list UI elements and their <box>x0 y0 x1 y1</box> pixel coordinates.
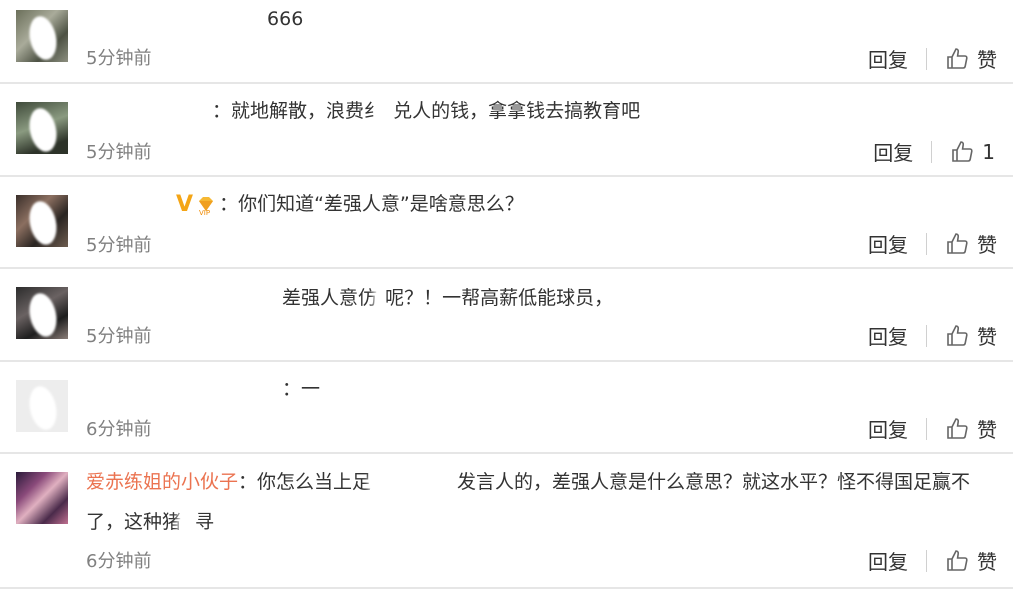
comment-text: 差强人意仿 呢？！一帮高薪低能球员， <box>86 279 993 317</box>
comment-item: V VIP ：你们知道“差强人意”是啥意思么？ 5分钟前 回复 赞 <box>0 177 1013 269</box>
like-label: 赞 <box>977 233 997 257</box>
comment-time: 6分钟前 <box>86 551 152 572</box>
reply-button[interactable]: 回复 <box>868 44 908 73</box>
comment-body: 差强人意仿 <box>282 287 378 309</box>
comment-body: ：你们知道“差强人意”是啥意思么？ <box>219 193 524 215</box>
comment-item: ：一 6分钟前 回复 赞 <box>0 362 1013 454</box>
comment-actions: 回复 赞 <box>868 414 997 443</box>
thumbs-up-icon <box>947 324 968 346</box>
thumbs-up-icon <box>947 232 968 254</box>
comment-text: ：就地解散，浪费纟 兑人的钱，拿拿钱去搞教育吧 <box>86 92 993 130</box>
comment-body: ：你怎么当上足 <box>238 471 372 493</box>
comment-text: ：一 <box>86 370 993 408</box>
thumbs-up-icon <box>947 417 968 439</box>
like-count: 1 <box>982 139 995 164</box>
like-button[interactable]: 赞 <box>945 229 997 258</box>
comment-time: 6分钟前 <box>86 419 152 440</box>
reply-button[interactable]: 回复 <box>868 229 908 258</box>
divider <box>926 324 927 347</box>
comment-body: ：一 <box>282 378 321 400</box>
comment-item: 差强人意仿 呢？！一帮高薪低能球员， 5分钟前 回复 赞 <box>0 269 1013 362</box>
reply-button[interactable]: 回复 <box>868 414 908 443</box>
avatar[interactable] <box>16 10 68 62</box>
text-redaction <box>383 98 394 125</box>
text-redaction <box>371 469 458 496</box>
reply-button[interactable]: 回复 <box>868 321 908 350</box>
comment-body: 兑人的钱，拿拿钱去搞教育吧 <box>393 100 641 122</box>
like-button[interactable]: 赞 <box>945 414 997 443</box>
comment-body: 寻 <box>195 511 215 533</box>
like-label: 赞 <box>977 48 997 72</box>
comment-time: 5分钟前 <box>86 326 152 347</box>
divider <box>926 232 927 255</box>
comment-item: ：就地解散，浪费纟 兑人的钱，拿拿钱去搞教育吧 5分钟前 回复 1 <box>0 84 1013 177</box>
like-button[interactable]: 赞 <box>945 44 997 73</box>
username-link[interactable]: 爱赤练姐的小伙子 <box>86 471 238 493</box>
comment-body: 呢？！一帮高薪低能球员， <box>385 287 614 309</box>
like-label: 赞 <box>977 418 997 442</box>
comment-actions: 回复 1 <box>873 137 995 166</box>
avatar[interactable] <box>16 195 68 247</box>
thumbs-up-icon <box>947 47 968 69</box>
reply-button[interactable]: 回复 <box>873 137 913 166</box>
comment-body: ：就地解散，浪费纟 <box>212 100 384 122</box>
avatar[interactable] <box>16 102 68 154</box>
comment-actions: 回复 赞 <box>868 229 997 258</box>
comment-actions: 回复 赞 <box>868 546 997 575</box>
like-label: 赞 <box>977 325 997 349</box>
comment-time: 5分钟前 <box>86 48 152 69</box>
comment-actions: 回复 赞 <box>868 44 997 73</box>
text-redaction <box>181 509 196 536</box>
like-label: 赞 <box>977 550 997 574</box>
username-redaction <box>86 376 276 403</box>
username-redaction <box>86 98 206 125</box>
reply-button[interactable]: 回复 <box>868 546 908 575</box>
vip-diamond-icon: VIP <box>199 196 214 216</box>
comment-actions: 回复 赞 <box>868 321 997 350</box>
avatar[interactable] <box>16 472 68 524</box>
divider <box>926 417 927 440</box>
thumbs-up-icon <box>947 549 968 571</box>
svg-text:VIP: VIP <box>199 209 210 216</box>
comment-time: 5分钟前 <box>86 142 152 163</box>
text-redaction <box>377 285 386 312</box>
username-redaction <box>86 6 261 33</box>
divider <box>926 549 927 572</box>
comment-item: 爱赤练姐的小伙子：你怎么当上足 发言人的，差强人意是什么意思？就这水平？怪不得国足… <box>0 454 1013 589</box>
thumbs-up-icon <box>952 140 973 162</box>
username-redaction <box>86 285 276 312</box>
comment-text: V VIP ：你们知道“差强人意”是啥意思么？ <box>86 185 993 224</box>
comment-text: 爱赤练姐的小伙子：你怎么当上足 发言人的，差强人意是什么意思？就这水平？怪不得国足… <box>86 462 993 542</box>
avatar[interactable] <box>16 287 68 339</box>
comment-item: 666 5分钟前 回复 赞 <box>0 0 1013 84</box>
comment-text: 666 <box>86 0 993 38</box>
text-redaction <box>613 285 774 312</box>
like-button[interactable]: 1 <box>950 140 995 164</box>
divider <box>931 140 933 163</box>
divider <box>926 47 927 70</box>
like-button[interactable]: 赞 <box>945 546 997 575</box>
username-redaction <box>86 191 168 218</box>
comment-time: 5分钟前 <box>86 235 152 256</box>
verified-v-icon: V <box>176 191 194 217</box>
avatar[interactable] <box>16 380 68 432</box>
like-button[interactable]: 赞 <box>945 321 997 350</box>
comment-body: 666 <box>267 8 304 30</box>
